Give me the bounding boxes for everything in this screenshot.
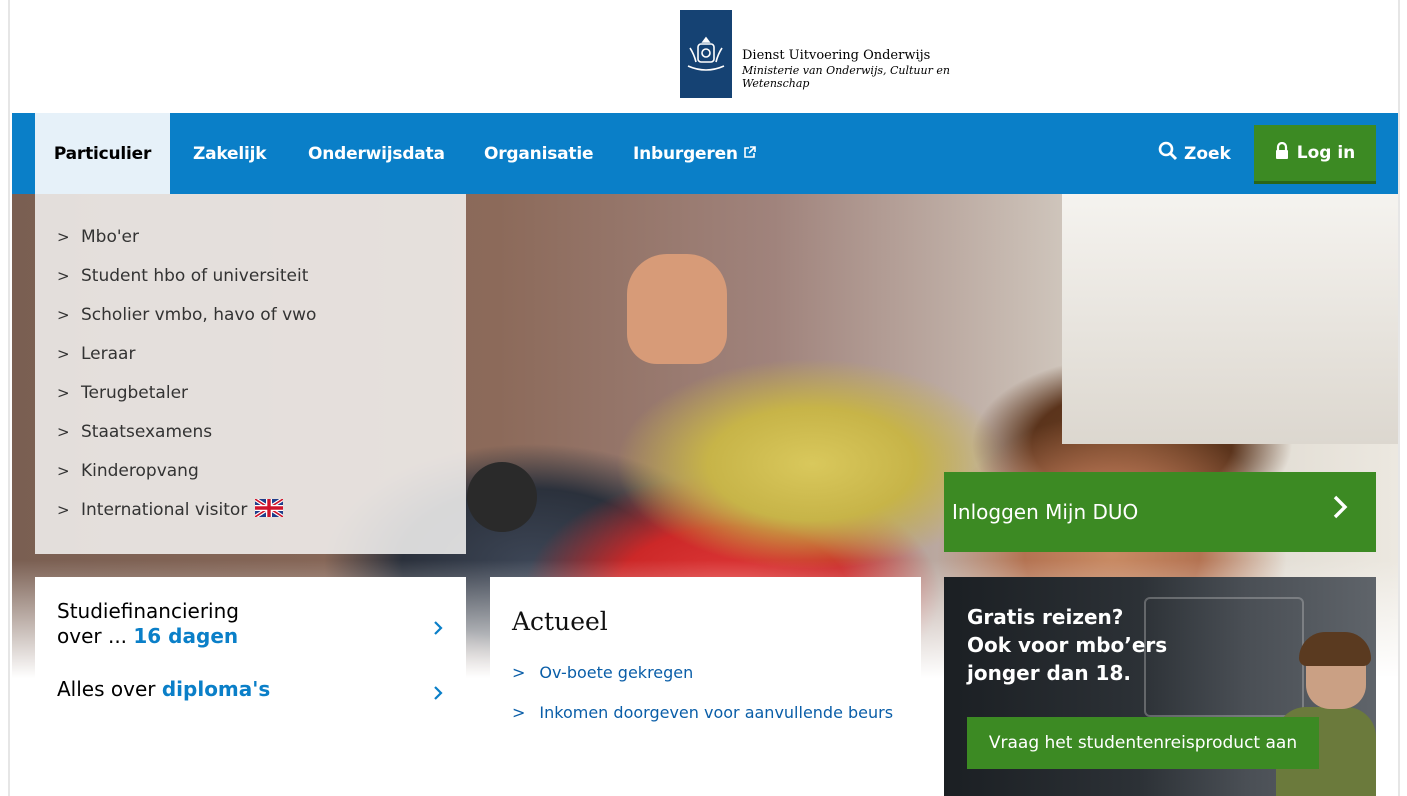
submenu-item-kinderopvang[interactable]: > Kinderopvang	[57, 459, 199, 483]
studiefinanciering-link[interactable]: Studiefinanciering over ... 16 dagen	[57, 599, 239, 649]
login-button[interactable]: Log in	[1254, 125, 1376, 181]
main-navigation: Particulier Zakelijk Onderwijsdata Organ…	[12, 113, 1398, 194]
diplomas-highlight: diploma's	[161, 677, 271, 701]
submenu-item-scholier[interactable]: > Scholier vmbo, havo of vwo	[57, 303, 316, 327]
logo-ministry-line1: Ministerie van Onderwijs, Cultuur en	[742, 63, 950, 77]
chevron-right-icon: >	[57, 267, 70, 285]
promo-line-3: jonger dan 18.	[967, 661, 1131, 685]
submenu-item-leraar[interactable]: > Leraar	[57, 342, 135, 366]
nav-tab-label: Inburgeren	[633, 143, 738, 164]
actueel-card: Actueel > Ov-boete gekregen > Inkomen do…	[490, 577, 921, 727]
submenu-item-label: Scholier vmbo, havo of vwo	[81, 305, 317, 325]
submenu-item-staatsexamens[interactable]: > Staatsexamens	[57, 420, 212, 444]
nav-tab-label: Organisatie	[484, 143, 594, 164]
promo-line-1: Gratis reizen?	[967, 605, 1124, 629]
chevron-right-icon: >	[57, 462, 70, 480]
quick-links-card: Studiefinanciering over ... 16 dagen All…	[35, 577, 466, 727]
submenu-item-mboer[interactable]: > Mbo'er	[57, 225, 139, 249]
chevron-right-icon: >	[57, 384, 70, 402]
search-icon	[1158, 141, 1178, 166]
uk-flag-icon	[254, 496, 285, 522]
news-link-ov-boete[interactable]: > Ov-boete gekregen	[512, 663, 693, 682]
chevron-right-icon: >	[512, 703, 526, 722]
promo-background-rail	[1144, 597, 1304, 717]
chevron-right-icon[interactable]	[433, 617, 443, 641]
submenu-item-label: Leraar	[81, 344, 136, 364]
news-link-inkomen[interactable]: > Inkomen doorgeven voor aanvullende beu…	[512, 703, 893, 722]
hero-window-area	[1062, 194, 1398, 444]
nav-tab-onderwijsdata[interactable]: Onderwijsdata	[308, 113, 445, 194]
nav-tab-label: Onderwijsdata	[308, 143, 445, 164]
news-link-label: Ov-boete gekregen	[539, 663, 694, 682]
chevron-right-icon: >	[57, 306, 70, 324]
diplomas-link[interactable]: Alles over diploma's	[57, 677, 270, 702]
lock-icon	[1275, 141, 1289, 164]
logo-ministry-line2: Wetenschap	[742, 76, 810, 90]
nav-tab-inburgeren[interactable]: Inburgeren	[633, 113, 756, 194]
particulier-submenu: > Mbo'er > Student hbo of universiteit >…	[35, 194, 466, 554]
news-link-label: Inkomen doorgeven voor aanvullende beurs	[539, 703, 894, 722]
page-border-right	[1398, 0, 1400, 796]
logo-text: Dienst Uitvoering Onderwijs Ministerie v…	[742, 48, 950, 90]
submenu-item-terugbetaler[interactable]: > Terugbetaler	[57, 381, 188, 405]
submenu-item-label: Mbo'er	[81, 227, 139, 247]
promo-person-hair	[1299, 632, 1371, 666]
studiefinanciering-title: Studiefinanciering	[57, 599, 239, 623]
studentenreisproduct-button-label: Vraag het studentenreisproduct aan	[988, 733, 1298, 753]
hero-fist-shape	[627, 254, 727, 364]
page: { "header": { "logo_line1": "Dienst Uitv…	[0, 0, 1407, 796]
site-logo[interactable]: Dienst Uitvoering Onderwijs Ministerie v…	[680, 10, 950, 98]
chevron-right-icon: >	[57, 423, 70, 441]
chevron-right-icon: >	[57, 345, 70, 363]
diplomas-prefix: Alles over	[57, 677, 162, 701]
mijn-duo-login-button[interactable]: Inloggen Mijn DUO	[944, 472, 1376, 552]
promo-line-2: Ook voor mbo’ers	[967, 633, 1168, 657]
nav-tab-label: Zakelijk	[193, 143, 267, 164]
coat-of-arms-icon	[680, 10, 732, 98]
studiefinanciering-prefix: over ...	[57, 624, 134, 648]
chevron-right-icon	[1332, 494, 1348, 527]
chevron-right-icon: >	[512, 663, 526, 682]
submenu-item-label: Kinderopvang	[81, 461, 199, 481]
studentenreisproduct-button[interactable]: Vraag het studentenreisproduct aan	[967, 717, 1319, 769]
nav-tab-label: Particulier	[53, 143, 152, 164]
studiefinanciering-countdown: 16 dagen	[133, 624, 239, 648]
submenu-item-label: International visitor	[81, 500, 248, 520]
search-button-label: Zoek	[1184, 143, 1231, 164]
search-button[interactable]: Zoek	[1158, 113, 1231, 194]
chevron-right-icon[interactable]	[433, 682, 443, 706]
page-border-left	[8, 0, 10, 796]
submenu-item-label: Staatsexamens	[81, 422, 213, 442]
promo-heading: Gratis reizen? Ook voor mbo’ers jonger d…	[967, 603, 1167, 687]
submenu-item-label: Student hbo of universiteit	[81, 266, 309, 286]
login-button-label: Log in	[1296, 143, 1356, 163]
game-controller-icon	[467, 462, 537, 532]
submenu-item-student[interactable]: > Student hbo of universiteit	[57, 264, 308, 288]
submenu-item-international-visitor[interactable]: > International visitor	[57, 496, 285, 522]
logo-org-name: Dienst Uitvoering Onderwijs	[742, 48, 931, 63]
external-link-icon	[743, 144, 756, 164]
nav-tab-organisatie[interactable]: Organisatie	[484, 113, 593, 194]
promo-card: Gratis reizen? Ook voor mbo’ers jonger d…	[944, 577, 1376, 796]
nav-tab-zakelijk[interactable]: Zakelijk	[193, 113, 267, 194]
mijn-duo-label: Inloggen Mijn DUO	[952, 500, 1139, 524]
chevron-right-icon: >	[57, 501, 70, 519]
nav-tab-particulier[interactable]: Particulier	[35, 113, 170, 194]
submenu-item-label: Terugbetaler	[81, 383, 189, 403]
chevron-right-icon: >	[57, 228, 70, 246]
actueel-heading: Actueel	[512, 607, 608, 636]
